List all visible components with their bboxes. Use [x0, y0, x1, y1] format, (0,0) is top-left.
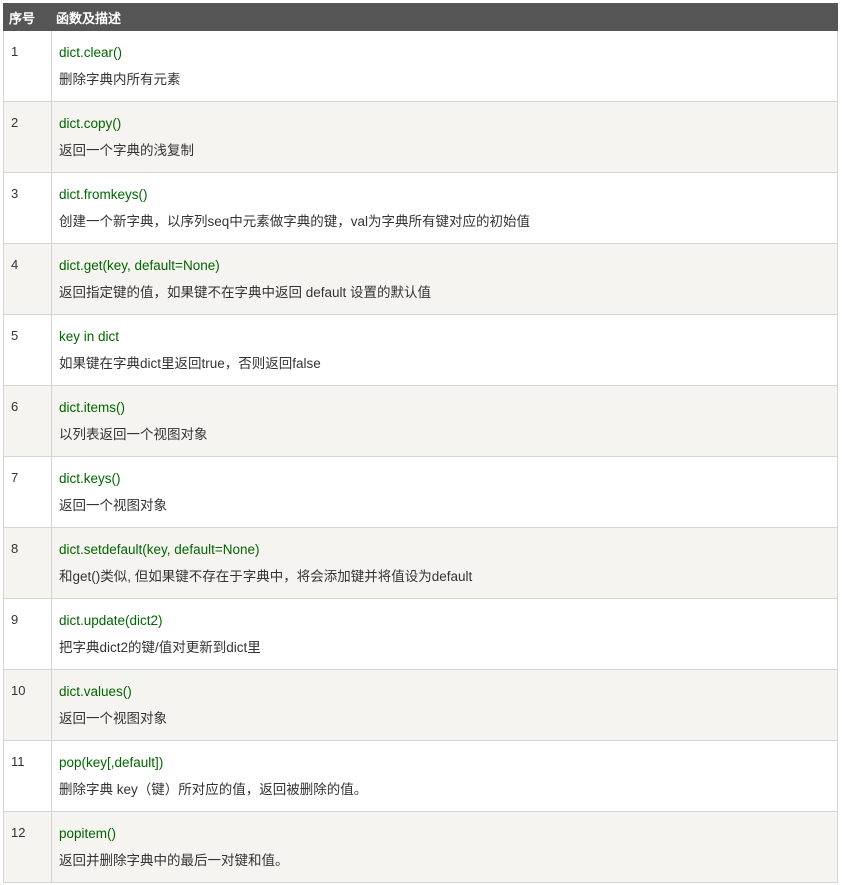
row-number: 4 — [3, 243, 52, 315]
table-row: 10 dict.values() 返回一个视图对象 — [3, 669, 838, 741]
row-number: 2 — [3, 101, 52, 173]
row-content: dict.get(key, default=None) 返回指定键的值，如果键不在… — [51, 243, 838, 315]
row-number: 8 — [3, 527, 52, 599]
table-row: 9 dict.update(dict2) 把字典dict2的键/值对更新到dict里 — [3, 598, 838, 670]
header-index: 序号 — [3, 3, 52, 31]
row-number: 7 — [3, 456, 52, 528]
row-number: 5 — [3, 314, 52, 386]
row-content: dict.copy() 返回一个字典的浅复制 — [51, 101, 838, 173]
row-content: dict.setdefault(key, default=None) 和get()… — [51, 527, 838, 599]
function-description: 如果键在字典dict里返回true，否则返回false — [59, 356, 321, 371]
row-number: 10 — [3, 669, 52, 741]
table-row: 2 dict.copy() 返回一个字典的浅复制 — [3, 101, 838, 173]
dict-functions-table: 序号 函数及描述 1 dict.clear() 删除字典内所有元素 2 dict.cop… — [3, 3, 838, 883]
table-row: 8 dict.setdefault(key, default=None) 和get(… — [3, 527, 838, 599]
table-row: 1 dict.clear() 删除字典内所有元素 — [3, 30, 838, 102]
table-row: 4 dict.get(key, default=None) 返回指定键的值，如果键不… — [3, 243, 838, 315]
row-number: 12 — [3, 811, 52, 883]
function-name: dict.copy() — [59, 116, 122, 131]
function-description: 把字典dict2的键/值对更新到dict里 — [59, 640, 261, 655]
function-description: 返回一个视图对象 — [59, 498, 167, 513]
row-number: 3 — [3, 172, 52, 244]
row-content: dict.keys() 返回一个视图对象 — [51, 456, 838, 528]
dict-functions-table-wrapper: 序号 函数及描述 1 dict.clear() 删除字典内所有元素 2 dict.cop… — [3, 3, 838, 883]
table-row: 12 popitem() 返回并删除字典中的最后一对键和值。 — [3, 811, 838, 883]
row-number: 11 — [3, 740, 52, 812]
table-row: 7 dict.keys() 返回一个视图对象 — [3, 456, 838, 528]
row-content: popitem() 返回并删除字典中的最后一对键和值。 — [51, 811, 838, 883]
table-row: 11 pop(key[,default]) 删除字典 key（键）所对应的值，返回被… — [3, 740, 838, 812]
row-content: dict.items() 以列表返回一个视图对象 — [51, 385, 838, 457]
function-description: 返回一个视图对象 — [59, 711, 167, 726]
row-content: pop(key[,default]) 删除字典 key（键）所对应的值，返回被删除… — [51, 740, 838, 812]
function-name: dict.get(key, default=None) — [59, 258, 220, 273]
function-name: dict.fromkeys() — [59, 187, 148, 202]
function-description: 和get()类似, 但如果键不存在于字典中，将会添加键并将值设为default — [59, 569, 473, 584]
table-row: 5 key in dict 如果键在字典dict里返回true，否则返回false — [3, 314, 838, 386]
function-name: key in dict — [59, 329, 120, 344]
header-function: 函数及描述 — [51, 3, 838, 31]
row-content: dict.fromkeys() 创建一个新字典，以序列seq中元素做字典的键，va… — [51, 172, 838, 244]
function-name: dict.keys() — [59, 471, 121, 486]
function-name: pop(key[,default]) — [59, 755, 164, 770]
row-number: 1 — [3, 30, 52, 102]
row-content: dict.update(dict2) 把字典dict2的键/值对更新到dict里 — [51, 598, 838, 670]
function-name: dict.setdefault(key, default=None) — [59, 542, 260, 557]
function-description: 以列表返回一个视图对象 — [59, 427, 208, 442]
function-name: popitem() — [59, 826, 117, 841]
table-row: 6 dict.items() 以列表返回一个视图对象 — [3, 385, 838, 457]
row-content: dict.clear() 删除字典内所有元素 — [51, 30, 838, 102]
table-body: 1 dict.clear() 删除字典内所有元素 2 dict.copy() 返回一个字典… — [3, 30, 838, 883]
function-description: 返回并删除字典中的最后一对键和值。 — [59, 853, 289, 868]
table-row: 3 dict.fromkeys() 创建一个新字典，以序列seq中元素做字典的键，v… — [3, 172, 838, 244]
function-name: dict.values() — [59, 684, 132, 699]
row-number: 6 — [3, 385, 52, 457]
function-name: dict.clear() — [59, 45, 123, 60]
function-name: dict.items() — [59, 400, 126, 415]
table-header-row: 序号 函数及描述 — [3, 3, 838, 31]
function-name: dict.update(dict2) — [59, 613, 163, 628]
row-number: 9 — [3, 598, 52, 670]
function-description: 返回一个字典的浅复制 — [59, 143, 194, 158]
function-description: 返回指定键的值，如果键不在字典中返回 default 设置的默认值 — [59, 285, 432, 300]
table-header: 序号 函数及描述 — [3, 3, 838, 31]
function-description: 创建一个新字典，以序列seq中元素做字典的键，val为字典所有键对应的初始值 — [59, 214, 531, 229]
function-description: 删除字典 key（键）所对应的值，返回被删除的值。 — [59, 782, 368, 797]
row-content: dict.values() 返回一个视图对象 — [51, 669, 838, 741]
function-description: 删除字典内所有元素 — [59, 72, 181, 87]
row-content: key in dict 如果键在字典dict里返回true，否则返回false — [51, 314, 838, 386]
